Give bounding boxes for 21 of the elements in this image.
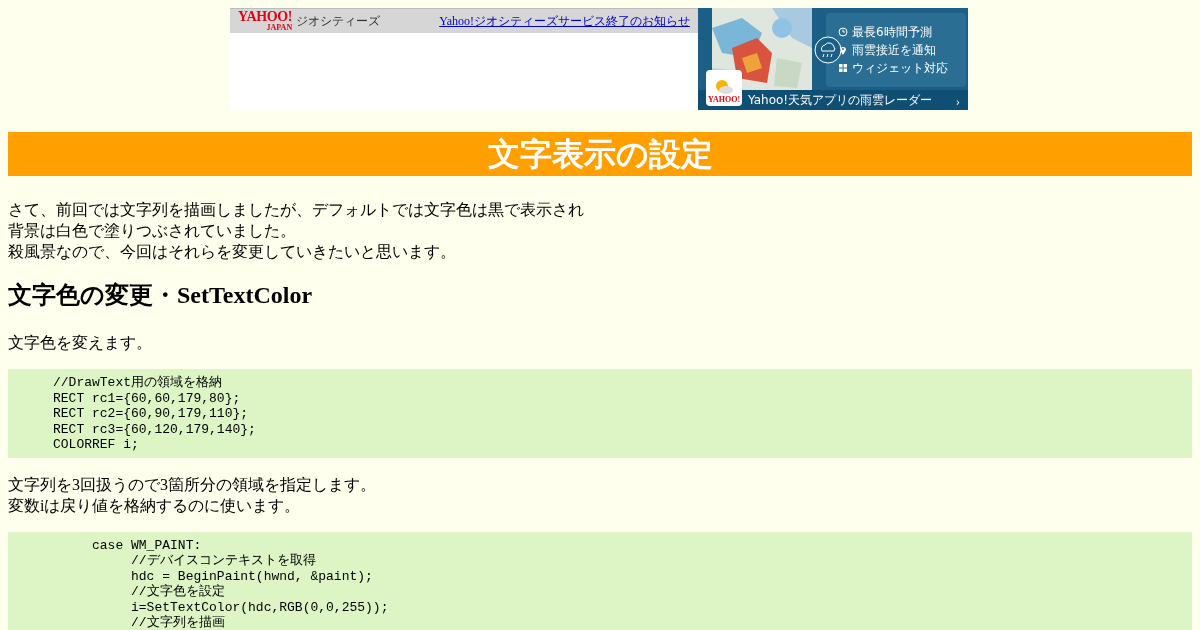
notice-link[interactable]: Yahoo!ジオシティーズサービス終了のお知らせ: [439, 12, 690, 30]
rain-cloud-icon: [814, 36, 842, 64]
clock-icon: [838, 27, 848, 37]
ad-banner[interactable]: 最長6時間予測 雨雲接近を通知 ウィジェット対応 YAHOO! Yahoo!天気アプリの雨雲レーダー ›: [698, 8, 968, 110]
ad-caption: Yahoo!天気アプリの雨雲レーダー: [748, 92, 933, 109]
logo-subtitle: JAPAN: [266, 24, 293, 32]
paragraph: さて、前回では文字列を描画しましたが、デフォルトでは文字色は黒で表示され 背景は白色で塗りつぶされていました。 殺風景なので、今回はそれらを変更していきたいと思います。: [8, 200, 585, 262]
page-title: 文字表示の設定: [8, 132, 1192, 176]
code-block: case WM_PAINT: //デバイスコンテキストを取得 hdc = BeginPaint(hwnd, &paint); //文字色を設定 i=SetTextColor(hdc,RGB(0,0,255)); //文字列を描画: [8, 531, 1192, 630]
widget-grid-icon: [838, 63, 848, 73]
sun-cloud-icon: [714, 79, 734, 95]
feature-label: 雨雲接近を通知: [852, 44, 936, 56]
arrow-icon: ›: [955, 93, 960, 107]
paragraph: 文字色を変えます。: [8, 333, 153, 353]
section-heading: 文字色の変更・SetTextColor: [8, 281, 314, 310]
app-logo: YAHOO!: [707, 96, 741, 104]
feature-label: 最長6時間予測: [852, 26, 932, 38]
code-block: //DrawText用の領域を格納 RECT rc1={60,60,179,80}; RECT rc2={60,90,179,110}; RECT rc3={60,120,179,140}; COLORREF i;: [8, 369, 1192, 458]
paragraph: 文字列を3回扱うので3箇所分の領域を指定します。 変数iは戻り値を格納するのに使います。: [8, 474, 377, 516]
site-name: ジオシティーズ: [296, 13, 381, 30]
feature-label: ウィジェット対応: [852, 62, 948, 74]
